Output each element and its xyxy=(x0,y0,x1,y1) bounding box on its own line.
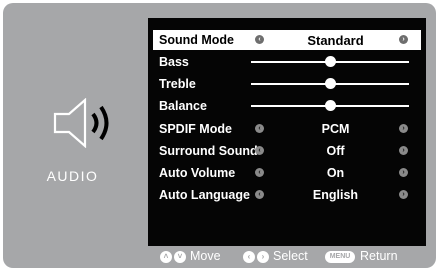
chevron-left-icon[interactable]: ‹ xyxy=(255,124,264,133)
audio-menu: Sound Mode ‹ Standard › Bass Treble Bala… xyxy=(148,18,426,246)
slider-knob[interactable] xyxy=(324,100,336,111)
chevron-right-icon[interactable]: › xyxy=(399,190,408,199)
chevron-down-icon: ˅ xyxy=(174,251,186,263)
select-hint: Select xyxy=(273,249,308,263)
menu-row-value: Standard xyxy=(307,33,364,48)
chevron-right-icon: › xyxy=(257,251,269,263)
osd-frame: AUDIO Sound Mode ‹ Standard › Bass Trebl… xyxy=(3,3,436,268)
chevron-left-icon: ‹ xyxy=(243,251,255,263)
menu-row-label: Bass xyxy=(159,55,189,69)
menu-row-label: Balance xyxy=(159,99,207,113)
side-panel-label: AUDIO xyxy=(46,168,99,184)
menu-row-auto-volume[interactable]: Auto Volume ‹ On › xyxy=(153,163,421,183)
slider-knob[interactable] xyxy=(324,56,336,67)
menu-row-sound-mode[interactable]: Sound Mode ‹ Standard › xyxy=(153,30,421,50)
menu-row-label: Surround Sound xyxy=(159,144,258,158)
menu-row-label: Sound Mode xyxy=(159,33,234,47)
chevron-left-icon[interactable]: ‹ xyxy=(255,168,264,177)
move-hint: Move xyxy=(190,249,221,263)
chevron-right-icon[interactable]: › xyxy=(399,124,408,133)
menu-row-value: Off xyxy=(326,144,345,158)
chevron-up-icon: ˄ xyxy=(160,251,172,263)
menu-row-label: Auto Volume xyxy=(159,166,236,180)
menu-row-value: On xyxy=(326,166,345,180)
menu-row-label: SPDIF Mode xyxy=(159,122,232,136)
chevron-left-icon[interactable]: ‹ xyxy=(255,35,264,44)
menu-row-auto-language[interactable]: Auto Language ‹ English › xyxy=(153,185,421,205)
return-hint: Return xyxy=(360,249,398,263)
speaker-icon xyxy=(53,98,109,148)
menu-row-label: Treble xyxy=(159,77,196,91)
menu-row-bass[interactable]: Bass xyxy=(153,52,421,72)
menu-row-spdif-mode[interactable]: SPDIF Mode ‹ PCM › xyxy=(153,119,421,139)
chevron-left-icon[interactable]: ‹ xyxy=(255,190,264,199)
menu-row-balance[interactable]: Balance xyxy=(153,96,421,116)
menu-key-icon: MENU xyxy=(325,251,355,263)
menu-row-label: Auto Language xyxy=(159,188,250,202)
slider-knob[interactable] xyxy=(324,78,336,89)
chevron-right-icon[interactable]: › xyxy=(399,35,408,44)
menu-row-surround-sound[interactable]: Surround Sound ‹ Off › xyxy=(153,141,421,161)
chevron-right-icon[interactable]: › xyxy=(399,168,408,177)
chevron-right-icon[interactable]: › xyxy=(399,146,408,155)
menu-row-value: PCM xyxy=(321,122,350,136)
help-bar: ˄ ˅ Move ‹ › Select MENU Return xyxy=(3,248,436,268)
menu-row-value: English xyxy=(312,188,359,202)
chevron-left-icon[interactable]: ‹ xyxy=(255,146,264,155)
side-panel: AUDIO xyxy=(11,18,146,246)
menu-row-treble[interactable]: Treble xyxy=(153,74,421,94)
